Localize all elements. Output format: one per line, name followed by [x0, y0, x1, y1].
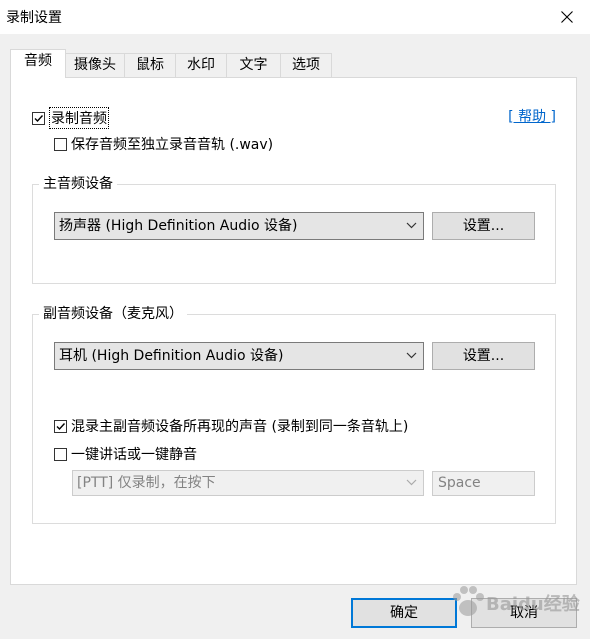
tab-camera[interactable]: 摄像头	[65, 53, 125, 77]
tab-watermark[interactable]: 水印	[175, 53, 227, 77]
tab-audio[interactable]: 音频	[10, 49, 66, 78]
baidu-watermark: Baidu经验	[448, 574, 588, 634]
help-link[interactable]: [ 帮助 ]	[508, 106, 556, 126]
main-device-title: 主音频设备	[39, 174, 117, 194]
tab-text[interactable]: 文字	[226, 53, 281, 77]
main-device-value: 扬声器 (High Definition Audio 设备)	[59, 218, 298, 234]
audio-panel: 录制音频 [ 帮助 ] 保存音频至独立录音音轨 (.wav) 主音频设备 扬声器…	[10, 77, 577, 585]
chevron-down-icon	[406, 352, 417, 359]
watermark-text: Baidu经验	[486, 594, 580, 615]
sub-device-select[interactable]: 耳机 (High Definition Audio 设备)	[54, 342, 424, 370]
mix-audio-label: 混录主副音频设备所再现的声音 (录制到同一条音轨上)	[71, 419, 409, 435]
main-device-settings-button[interactable]: 设置...	[432, 212, 535, 240]
ptt-mode-value: [PTT] 仅录制，在按下	[77, 475, 216, 491]
tab-options[interactable]: 选项	[280, 53, 332, 77]
ptt-mode-select[interactable]: [PTT] 仅录制，在按下	[72, 470, 424, 496]
checkbox-box	[32, 111, 45, 125]
sub-device-title: 副音频设备（麦克风）	[39, 304, 187, 324]
close-button[interactable]	[544, 0, 590, 34]
check-icon	[56, 422, 66, 430]
chevron-down-icon	[406, 479, 417, 486]
save-separate-label: 保存音频至独立录音音轨 (.wav)	[71, 137, 274, 153]
checkbox-box	[54, 419, 67, 433]
ptt-checkbox[interactable]: 一键讲话或一键静音	[54, 444, 197, 464]
record-audio-label: 录制音频	[49, 107, 109, 129]
save-separate-checkbox[interactable]: 保存音频至独立录音音轨 (.wav)	[54, 134, 273, 154]
close-icon	[561, 11, 573, 23]
ok-button[interactable]: 确定	[351, 598, 457, 628]
tab-mouse[interactable]: 鼠标	[124, 53, 176, 77]
sub-device-value: 耳机 (High Definition Audio 设备)	[59, 348, 284, 364]
window-title: 录制设置	[6, 10, 62, 26]
main-device-group: 主音频设备 扬声器 (High Definition Audio 设备) 设置.…	[32, 174, 556, 284]
checkbox-box	[54, 447, 67, 461]
title-bar: 录制设置	[0, 0, 590, 34]
record-audio-checkbox[interactable]: 录制音频	[32, 107, 109, 129]
ptt-hotkey-field[interactable]: Space	[432, 471, 535, 496]
paw-icon	[453, 586, 484, 616]
sub-device-group: 副音频设备（麦克风） 耳机 (High Definition Audio 设备)…	[32, 304, 556, 524]
checkbox-box	[54, 137, 67, 151]
sub-device-settings-button[interactable]: 设置...	[432, 342, 535, 370]
main-device-select[interactable]: 扬声器 (High Definition Audio 设备)	[54, 212, 424, 240]
chevron-down-icon	[406, 222, 417, 229]
check-icon	[34, 114, 44, 122]
ptt-label: 一键讲话或一键静音	[71, 447, 197, 463]
mix-audio-checkbox[interactable]: 混录主副音频设备所再现的声音 (录制到同一条音轨上)	[54, 416, 408, 436]
